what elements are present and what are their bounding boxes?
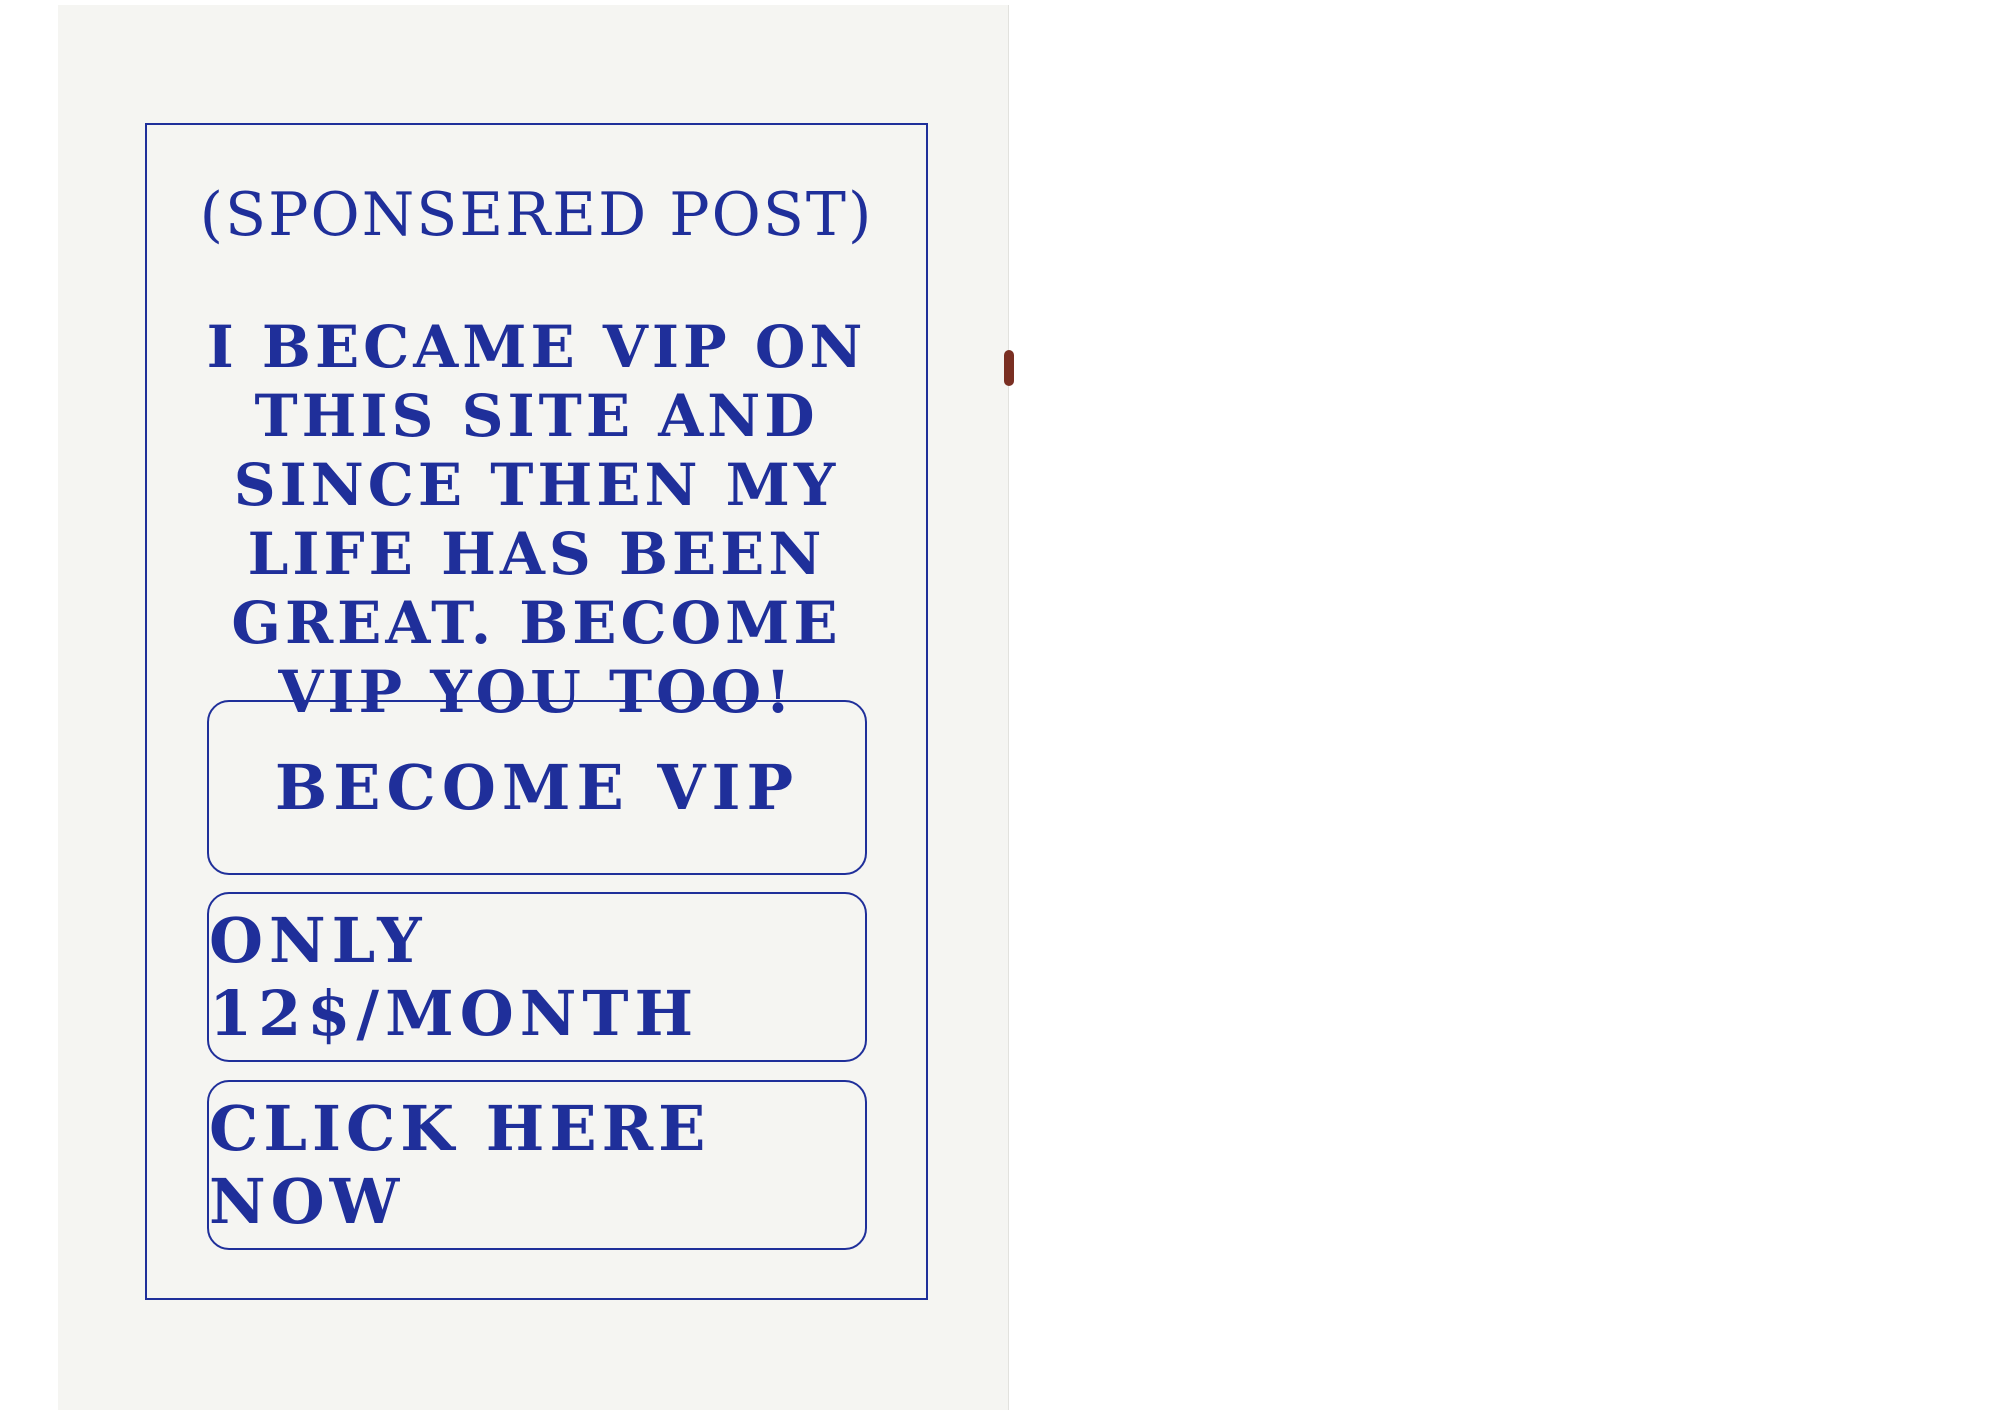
price-button[interactable]: ONLY 12$/MONTH [207,892,867,1062]
click-here-button[interactable]: CLICK HERE NOW [207,1080,867,1250]
ad-message: I BECAME VIP ON THIS SITE AND SINCE THEN… [206,313,867,726]
become-vip-button-label: Become VIP [274,751,800,824]
click-here-button-label: CLICK HERE NOW [209,1092,711,1238]
paper-sheet: (sponsered post) I BECAME VIP ON THIS SI… [58,5,1008,1410]
ad-frame: (sponsered post) I BECAME VIP ON THIS SI… [145,123,928,1300]
become-vip-button[interactable]: Become VIP [207,700,867,875]
paper-stain [1004,350,1014,386]
price-button-label: ONLY 12$/MONTH [209,904,700,1050]
sponsored-label: (sponsered post) [199,180,874,250]
